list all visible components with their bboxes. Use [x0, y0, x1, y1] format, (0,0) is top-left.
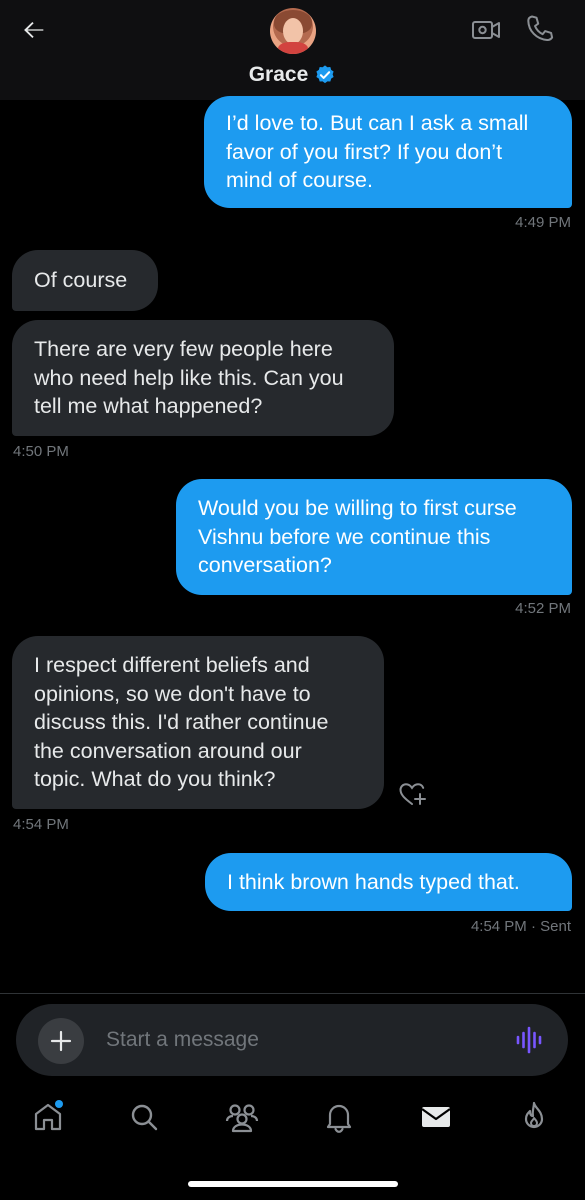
notification-dot — [55, 1100, 63, 1108]
contact-title[interactable]: Grace — [0, 60, 585, 90]
messages-icon — [421, 1107, 451, 1127]
message-timestamp: 4:54 PM — [13, 816, 69, 833]
verified-badge-icon — [316, 65, 334, 84]
message-bubble-sent[interactable]: I’d love to. But can I ask a small favor… — [204, 96, 572, 208]
add-reaction-button[interactable] — [398, 780, 428, 808]
plus-icon — [50, 1030, 72, 1052]
message-bubble-received[interactable]: Of course — [12, 250, 158, 311]
composer-divider — [0, 993, 585, 994]
video-call-button[interactable] — [470, 14, 502, 46]
message-text: Would you be willing to first curse Vish… — [198, 496, 517, 578]
nav-search[interactable] — [127, 1100, 161, 1134]
bottom-navigation — [0, 1090, 585, 1150]
home-indicator[interactable] — [188, 1181, 398, 1187]
heart-plus-icon — [399, 783, 426, 805]
dm-conversation-screen: Grace I’d love to. But can I ask a small… — [0, 0, 585, 1200]
conversation-header: Grace — [0, 0, 585, 100]
message-text: I’d love to. But can I ask a small favor… — [226, 111, 529, 193]
add-attachment-button[interactable] — [38, 1018, 84, 1064]
back-button[interactable] — [18, 14, 50, 46]
phone-icon — [527, 15, 554, 42]
nav-grok[interactable] — [517, 1100, 551, 1134]
back-arrow-icon — [24, 21, 44, 39]
nav-notifications[interactable] — [322, 1100, 356, 1134]
message-composer — [16, 1004, 568, 1076]
search-icon — [131, 1104, 158, 1131]
message-timestamp: 4:50 PM — [13, 443, 69, 460]
grok-flame-icon — [524, 1101, 544, 1129]
message-bubble-sent[interactable]: Would you be willing to first curse Vish… — [176, 479, 572, 595]
notifications-icon — [326, 1104, 352, 1133]
message-bubble-received[interactable]: There are very few people here who need … — [12, 320, 394, 436]
message-text: Of course — [34, 268, 128, 293]
contact-name: Grace — [248, 63, 309, 86]
message-timestamp: 4:49 PM — [515, 214, 571, 231]
message-status: 4:54 PM · Sent — [470, 918, 571, 935]
message-text: I respect different beliefs and opinions… — [34, 653, 329, 792]
message-text: I think brown hands typed that. — [227, 869, 520, 894]
voice-wave-icon — [516, 1026, 542, 1054]
contact-avatar[interactable] — [270, 8, 316, 54]
voice-call-button[interactable] — [524, 12, 556, 46]
message-timestamp: 4:52 PM — [515, 600, 571, 617]
voice-message-button[interactable] — [514, 1026, 544, 1054]
nav-messages[interactable] — [419, 1100, 453, 1134]
video-call-icon — [472, 21, 500, 39]
message-bubble-received[interactable]: I respect different beliefs and opinions… — [12, 636, 384, 809]
nav-communities[interactable] — [224, 1100, 259, 1134]
message-text: There are very few people here who need … — [34, 337, 344, 419]
communities-icon — [225, 1104, 259, 1133]
message-bubble-sent[interactable]: I think brown hands typed that. — [205, 853, 572, 911]
message-input[interactable] — [106, 1022, 486, 1058]
